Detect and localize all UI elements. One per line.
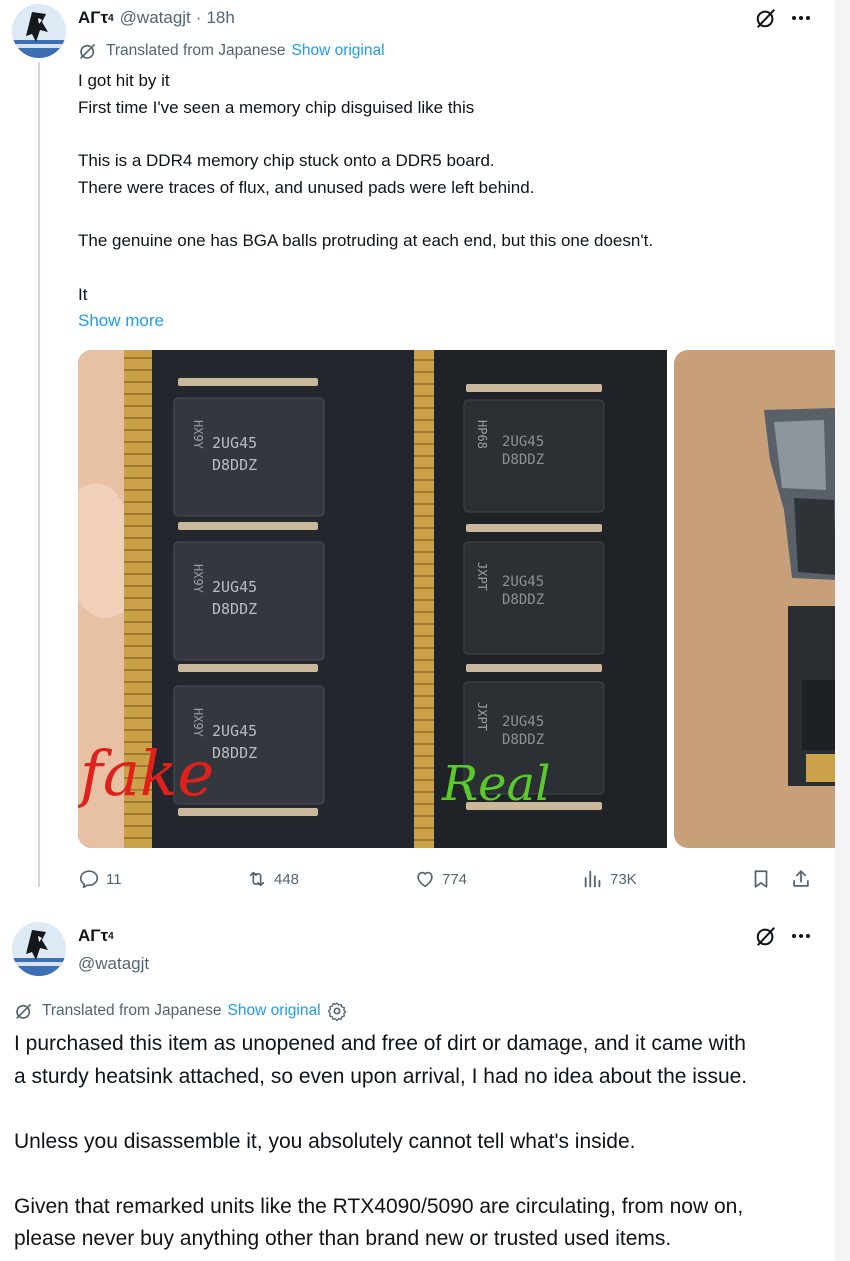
chip-marking: D8DDZ bbox=[212, 600, 257, 618]
chip-marking: 2UG45 bbox=[212, 722, 257, 740]
chip-side-code: JXPT bbox=[475, 562, 489, 591]
timestamp[interactable]: 18h bbox=[206, 8, 234, 28]
reply-display-name[interactable]: AΓτ bbox=[78, 926, 108, 946]
show-more-link[interactable]: Show more bbox=[78, 308, 818, 335]
gear-icon[interactable] bbox=[327, 1001, 347, 1021]
reply-display-name-superscript: 4 bbox=[108, 930, 114, 942]
tweet-line: I got hit by it bbox=[78, 71, 170, 90]
views-button[interactable]: 73K bbox=[582, 868, 637, 890]
tweet-line: This is a DDR4 memory chip stuck onto a … bbox=[78, 151, 495, 171]
reply-icon bbox=[79, 870, 99, 889]
share-button[interactable] bbox=[790, 868, 812, 890]
thread-line bbox=[38, 62, 40, 887]
media-photo-modules[interactable]: 2UG45 D8DDZ 2UG45 D8DDZ 2UG45 D8DDZ 2UG4… bbox=[78, 350, 667, 848]
reply-grok-button[interactable] bbox=[754, 924, 778, 948]
share-icon bbox=[793, 870, 809, 887]
tweet-line: It bbox=[78, 284, 88, 304]
reply-handle-row: @watagjt bbox=[78, 952, 149, 976]
avatar-image bbox=[12, 4, 66, 58]
tweet-text: I got hit by it First time I've seen a m… bbox=[78, 68, 818, 335]
reply-text: I purchased this item as unopened and fr… bbox=[14, 1028, 814, 1256]
avatar[interactable] bbox=[12, 4, 66, 58]
more-icon bbox=[792, 934, 810, 938]
media-carousel: 2UG45 D8DDZ 2UG45 D8DDZ 2UG45 D8DDZ 2UG4… bbox=[78, 350, 835, 848]
memory-modules-photo: 2UG45 D8DDZ 2UG45 D8DDZ 2UG45 D8DDZ 2UG4… bbox=[78, 350, 667, 848]
tweet-line: First time I've seen a memory chip disgu… bbox=[78, 97, 475, 117]
scrollbar-track[interactable] bbox=[835, 0, 850, 1261]
chip-marking: 2UG45 bbox=[212, 578, 257, 596]
chip-marking: D8DDZ bbox=[502, 592, 544, 608]
like-count: 774 bbox=[442, 870, 468, 888]
views-count: 73K bbox=[610, 870, 637, 888]
repost-count: 448 bbox=[274, 870, 300, 888]
chip-marking: 2UG45 bbox=[212, 434, 257, 452]
chip-side-code: HX9Y bbox=[191, 708, 205, 738]
reply-line: Unless you disassemble it, you absolutel… bbox=[14, 1129, 636, 1153]
reply-translated-label: Translated from Japanese bbox=[42, 1002, 222, 1019]
avatar-image bbox=[12, 922, 66, 976]
grok-icon bbox=[756, 927, 775, 946]
reply-line: Given that remarked units like the RTX40… bbox=[14, 1194, 744, 1218]
chip-marking: D8DDZ bbox=[502, 452, 544, 468]
reply-line: please never buy anything other than bra… bbox=[14, 1227, 672, 1250]
translate-icon bbox=[80, 43, 96, 59]
show-original-link[interactable]: Show original bbox=[292, 42, 385, 60]
reply-handle[interactable]: @watagjt bbox=[78, 954, 149, 974]
translated-row: Translated from Japanese Show original bbox=[78, 40, 385, 62]
more-button[interactable] bbox=[788, 6, 814, 30]
chip-side-code: HX9Y bbox=[191, 564, 205, 594]
reply-name-row: AΓτ 4 bbox=[78, 924, 114, 948]
display-name-superscript: 4 bbox=[108, 12, 114, 24]
heatsink-photo bbox=[674, 350, 835, 848]
tweet-line: The genuine one has BGA balls protruding… bbox=[78, 231, 654, 251]
repost-button[interactable]: 448 bbox=[246, 868, 299, 890]
separator: · bbox=[195, 8, 202, 27]
grok-icon bbox=[756, 9, 775, 28]
handle[interactable]: @watagjt bbox=[120, 8, 191, 28]
reply-translated-row: Translated from Japanese Show original bbox=[14, 1000, 347, 1022]
chip-marking: D8DDZ bbox=[502, 732, 544, 748]
reply-count: 11 bbox=[106, 870, 122, 888]
translate-icon bbox=[16, 1003, 32, 1019]
chip-side-code: HX9Y bbox=[191, 420, 205, 450]
reply-line: a sturdy heatsink attached, so even upon… bbox=[14, 1064, 748, 1088]
bookmark-button[interactable] bbox=[750, 868, 772, 890]
reply-show-original-link[interactable]: Show original bbox=[228, 1002, 321, 1020]
reply-more-button[interactable] bbox=[788, 924, 814, 948]
chip-marking: 2UG45 bbox=[502, 574, 544, 590]
tweet-actions: 11 448 774 73K bbox=[78, 868, 818, 894]
like-button[interactable]: 774 bbox=[414, 868, 467, 890]
display-name[interactable]: AΓτ bbox=[78, 8, 108, 28]
chip-marking: 2UG45 bbox=[502, 714, 544, 730]
tweet-line: There were traces of flux, and unused pa… bbox=[78, 177, 535, 197]
chip-marking: D8DDZ bbox=[212, 456, 257, 474]
more-icon bbox=[792, 16, 810, 20]
views-icon bbox=[584, 870, 601, 888]
chip-marking: 2UG45 bbox=[502, 434, 544, 450]
grok-button[interactable] bbox=[754, 6, 778, 30]
tweet-header: AΓτ 4 @watagjt · 18h bbox=[78, 5, 235, 31]
reply-avatar[interactable] bbox=[12, 922, 66, 976]
chip-marking: D8DDZ bbox=[212, 744, 257, 762]
translated-label: Translated from Japanese bbox=[106, 42, 286, 59]
media-photo-heatsink[interactable] bbox=[674, 350, 835, 848]
fake-label: fake bbox=[78, 737, 214, 810]
bookmark-icon bbox=[754, 870, 768, 888]
real-label: Real bbox=[441, 756, 551, 812]
reply-button[interactable]: 11 bbox=[78, 868, 122, 890]
reply-line: I purchased this item as unopened and fr… bbox=[14, 1032, 746, 1055]
repost-icon bbox=[249, 871, 265, 887]
chip-side-code: HP68 bbox=[475, 420, 489, 449]
heart-icon bbox=[417, 871, 433, 888]
chip-side-code: JXPT bbox=[475, 702, 489, 731]
